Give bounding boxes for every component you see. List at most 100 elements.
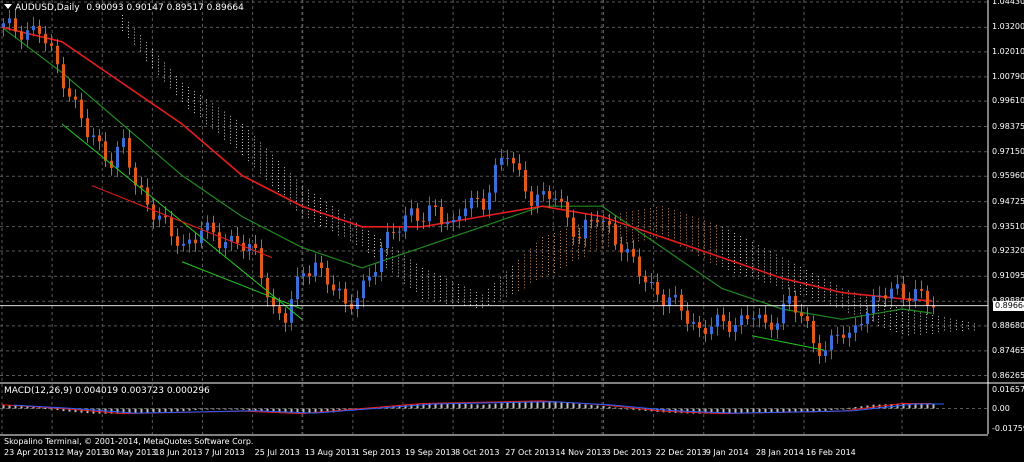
cloud-dot [524,257,525,259]
candle-body [62,64,65,89]
cloud-dot [434,279,435,281]
cloud-dot [230,133,231,135]
cloud-dot [920,333,921,335]
candle-body [686,310,689,324]
cloud-dot [500,280,501,282]
cloud-dot [812,297,813,299]
cloud-dot [440,299,441,301]
cloud-dot [572,253,573,255]
cloud-dot [716,227,717,229]
cloud-dot [194,97,195,99]
cloud-dot [368,251,369,253]
cloud-dot [326,223,327,225]
cloud-dot [506,277,507,279]
cloud-dot [566,252,567,254]
cloud-dot [542,240,543,242]
cloud-dot [350,224,351,226]
cloud-dot [884,326,885,328]
cloud-dot [704,220,705,222]
macd-bar [632,408,635,410]
cloud-dot [152,66,153,68]
cloud-dot [518,287,519,289]
cloud-dot [320,204,321,206]
cloud-dot [410,283,411,285]
cloud-dot [698,251,699,253]
cloud-dot [938,319,939,321]
cloud-dot [446,296,447,298]
cloud-dot [836,306,837,308]
cloud-dot [464,286,465,288]
ma-slow-line [1,26,933,302]
cloud-dot [626,230,627,232]
symbol-header[interactable]: AUDUSD,Daily 0.90093 0.90147 0.89517 0.8… [4,3,244,14]
cloud-dot [248,130,249,132]
candle-body [788,295,791,304]
cloud-dot [242,132,243,134]
cloud-dot [452,284,453,286]
cloud-dot [494,286,495,288]
cloud-dot [320,222,321,224]
cloud-dot [920,324,921,326]
cloud-dot [506,274,507,276]
cloud-dot [488,300,489,302]
cloud-dot [740,272,741,274]
cloud-dot [764,281,765,283]
macd-bar [134,408,137,414]
cloud-dot [698,233,699,235]
cloud-dot [422,279,423,281]
cloud-dot [332,221,333,223]
macd-bar [416,403,419,409]
cloud-dot [734,238,735,240]
cloud-dot [296,194,297,196]
candle-body [356,298,359,310]
cloud-dot [158,73,159,75]
cloud-dot [560,257,561,259]
cloud-dot [578,248,579,250]
cloud-dot [590,235,591,237]
cloud-dot [392,262,393,264]
cloud-dot [518,278,519,280]
cloud-dot [596,245,597,247]
cloud-dot [410,271,411,273]
cloud-dot [728,244,729,246]
cloud-dot [362,229,363,231]
cloud-dot [758,263,759,265]
cloud-dot [764,275,765,277]
cloud-dot [362,232,363,234]
candle-body [566,201,569,218]
cloud-dot [638,225,639,227]
cloud-dot [248,139,249,141]
cloud-dot [920,318,921,320]
cloud-dot [296,179,297,181]
cloud-dot [548,271,549,273]
cloud-dot [794,287,795,289]
cloud-dot [902,321,903,323]
cloud-dot [176,91,177,93]
cloud-dot [290,197,291,199]
cloud-dot [248,133,249,135]
cloud-dot [500,298,501,300]
candle-body [494,164,497,193]
cloud-dot [758,272,759,274]
cloud-dot [680,236,681,238]
cloud-dot [188,104,189,106]
cloud-dot [254,136,255,138]
cloud-dot [164,80,165,82]
candle-body [158,215,161,220]
cloud-dot [230,127,231,129]
cloud-dot [140,38,141,40]
cloud-dot [134,37,135,39]
cloud-dot [188,107,189,109]
cloud-dot [740,242,741,244]
cloud-dot [470,304,471,306]
cloud-dot [710,222,711,224]
dropdown-arrow-icon[interactable] [4,4,12,9]
cloud-dot [326,220,327,222]
cloud-dot [266,178,267,180]
candle-body [836,334,839,336]
cloud-dot [740,269,741,271]
cloud-dot [506,283,507,285]
cloud-dot [944,326,945,328]
macd-bar [848,407,851,409]
cloud-dot [878,300,879,302]
